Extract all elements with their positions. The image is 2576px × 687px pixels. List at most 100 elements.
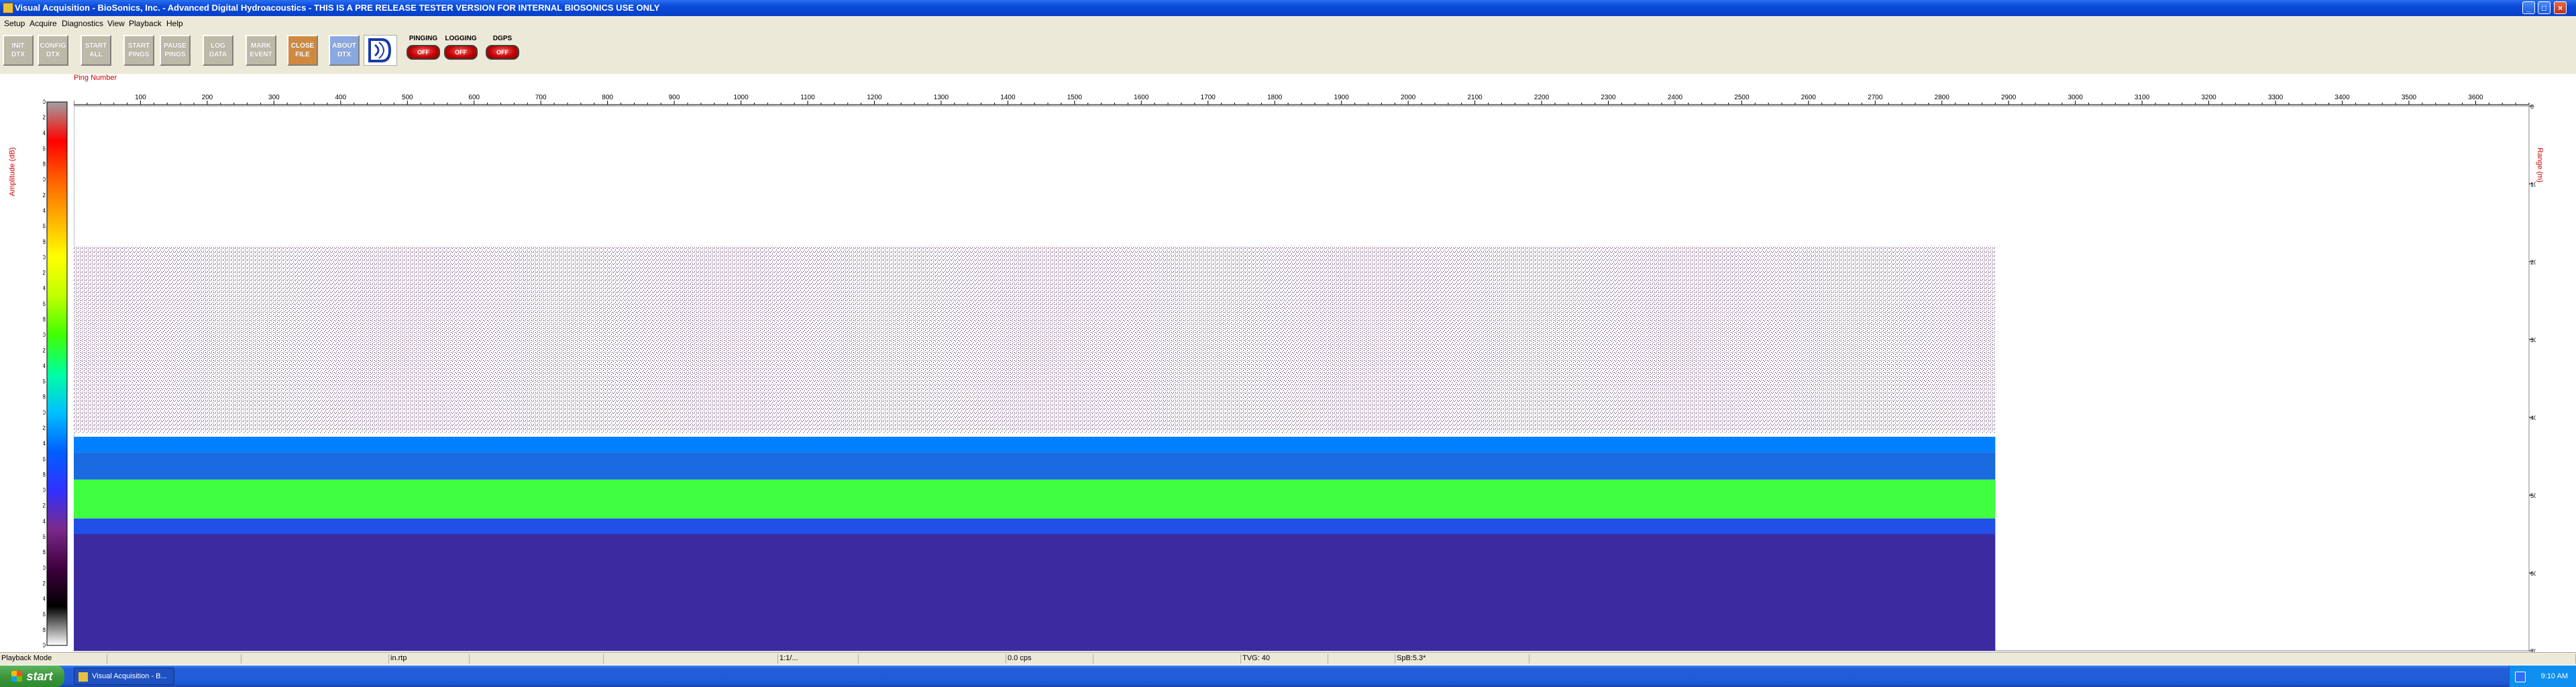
menu-view[interactable]: View (107, 19, 125, 28)
init-dtx-button[interactable]: INIT DTX (3, 35, 34, 66)
x-tick-label: 3000 (2068, 94, 2084, 101)
colorbar-tick-label: -28 (43, 316, 46, 323)
title-bar[interactable]: Visual Acquisition - BioSonics, Inc. - A… (0, 0, 2576, 16)
menu-acquire[interactable]: Acquire (30, 19, 57, 28)
echo-layer-lower-band (74, 518, 1996, 534)
x-tick-label: 700 (535, 94, 547, 101)
echo-layer-bottom-green (74, 479, 1996, 519)
app-icon (78, 672, 88, 682)
windows-logo-icon (11, 671, 23, 682)
x-tick-label: 2000 (1401, 94, 1416, 101)
menu-diagnostics[interactable]: Diagnostics (62, 19, 103, 28)
start-label: start (26, 669, 53, 683)
x-tick-label: 900 (669, 94, 680, 101)
start-all-button[interactable]: START ALL (80, 35, 111, 66)
dgps-indicator: DGPS OFF (484, 35, 521, 67)
colorbar-tick-label: -50 (43, 487, 46, 494)
y-tick-label: 60 (2530, 570, 2536, 577)
colorbar-tick-label: -30 (43, 331, 46, 338)
x-tick-label: 1900 (1334, 94, 1350, 101)
x-tick-label: 3400 (2334, 94, 2350, 101)
x-tick-label: 3600 (2468, 94, 2483, 101)
status-cell (1529, 654, 2576, 664)
colorbar-tick-label: -48 (43, 471, 46, 478)
y-axis-title: Range (m) (2535, 148, 2544, 182)
colorbar-tick-label: -6 (43, 145, 46, 152)
pause-pings-button[interactable]: PAUSE PINGS (160, 35, 191, 66)
menu-help[interactable]: Help (166, 19, 183, 28)
taskbar-item-visual-acquisition[interactable]: Visual Acquisition - B... (74, 668, 174, 685)
status-tvg: TVG: 40 (1241, 654, 1328, 664)
window-title: Visual Acquisition - BioSonics, Inc. - A… (15, 3, 660, 13)
colorbar-tick-label: -10 (43, 176, 46, 183)
colorbar-tick-label: -42 (43, 425, 46, 431)
colorbar-tick-label: -52 (43, 503, 46, 509)
y-tick-label: 20 (2530, 259, 2536, 266)
colorbar-tick-label: -56 (43, 533, 46, 540)
colorbar-gradient (46, 101, 68, 646)
echo-layer-sub-bottom (74, 534, 1996, 651)
x-tick-label: 600 (468, 94, 480, 101)
about-dtx-button[interactable]: ABOUT DTX (329, 35, 360, 66)
x-tick-label: 2700 (1868, 94, 1883, 101)
colorbar-tick-label: -58 (43, 549, 46, 556)
echogram-panel[interactable]: Ping Number Amplitude (dB) Range (m) 0 -2… (0, 74, 2576, 657)
network-icon[interactable] (2515, 672, 2526, 682)
logging-indicator: LOGGING OFF (443, 35, 479, 67)
colorbar-tick-label: -44 (43, 440, 46, 447)
x-tick-label: 2900 (2001, 94, 2017, 101)
y-tick-label: 50 (2530, 492, 2536, 499)
x-tick-label: 800 (602, 94, 613, 101)
log-data-button[interactable]: LOG DATA (203, 35, 233, 66)
clock: 9:10 AM (2540, 672, 2568, 680)
x-tick-label: 400 (335, 94, 346, 101)
colorbar-title: Amplitude (dB) (8, 147, 17, 197)
colorbar-tick-label: -4 (43, 129, 46, 136)
x-tick-label: 1800 (1267, 94, 1283, 101)
start-pings-button[interactable]: START PINGS (123, 35, 154, 66)
colorbar-tick-label: -16 (43, 223, 46, 229)
colorbar-tick-label: -46 (43, 456, 46, 462)
colorbar-tick-label: -34 (43, 362, 46, 369)
start-button[interactable]: start (0, 666, 64, 687)
x-tick-label: 2600 (1801, 94, 1817, 101)
colorbar-tick-label: -66 (43, 611, 46, 618)
logging-lamp: OFF (444, 45, 478, 60)
menu-setup[interactable]: Setup (4, 19, 25, 28)
taskbar: start Visual Acquisition - B... 9:10 AM (0, 666, 2576, 687)
x-tick-label: 2100 (1467, 94, 1483, 101)
config-dtx-button[interactable]: CONFIG DTX (38, 35, 68, 66)
pinging-indicator: PINGING OFF (405, 35, 441, 67)
status-cell (1328, 654, 1395, 664)
status-ping: 1:1/... (778, 654, 859, 664)
echo-layer-bottom-band (74, 452, 1996, 480)
x-tick-label: 1700 (1201, 94, 1216, 101)
x-tick-label: 3300 (2268, 94, 2284, 101)
colorbar-tick-label: -14 (43, 207, 46, 214)
maximize-button[interactable]: □ (2538, 1, 2551, 14)
minimize-button[interactable]: _ (2522, 1, 2535, 14)
echogram-plot[interactable]: 100 200 300 400 500 600 700 800 900 1000 1100 1200 1… (74, 87, 2536, 657)
close-button[interactable]: × (2554, 1, 2567, 14)
x-tick-label: 200 (202, 94, 213, 101)
y-tick-label: 40 (2530, 415, 2536, 421)
status-cell (241, 654, 389, 664)
pinging-lamp: OFF (407, 45, 440, 60)
menu-playback[interactable]: Playback (129, 19, 162, 28)
mark-event-button[interactable]: MARK EVENT (246, 35, 276, 66)
colorbar-tick-label: -40 (43, 409, 46, 416)
colorbar-tick-label: -26 (43, 301, 46, 307)
x-tick-label: 2200 (1534, 94, 1550, 101)
colorbar-tick-label: -32 (43, 347, 46, 354)
x-tick-label: 3200 (2201, 94, 2216, 101)
logging-label: LOGGING (445, 35, 477, 42)
y-tick-label: 30 (2530, 337, 2536, 344)
x-axis-title: Ping Number (74, 74, 117, 82)
x-tick-label: 1000 (733, 94, 749, 101)
close-file-button[interactable]: CLOSE FILE (287, 35, 318, 66)
x-tick-label: 1400 (1000, 94, 1016, 101)
pinging-label: PINGING (409, 35, 438, 42)
x-tick-label: 1300 (934, 94, 949, 101)
x-tick-label: 300 (268, 94, 280, 101)
colorbar-tick-label: -8 (43, 161, 46, 168)
